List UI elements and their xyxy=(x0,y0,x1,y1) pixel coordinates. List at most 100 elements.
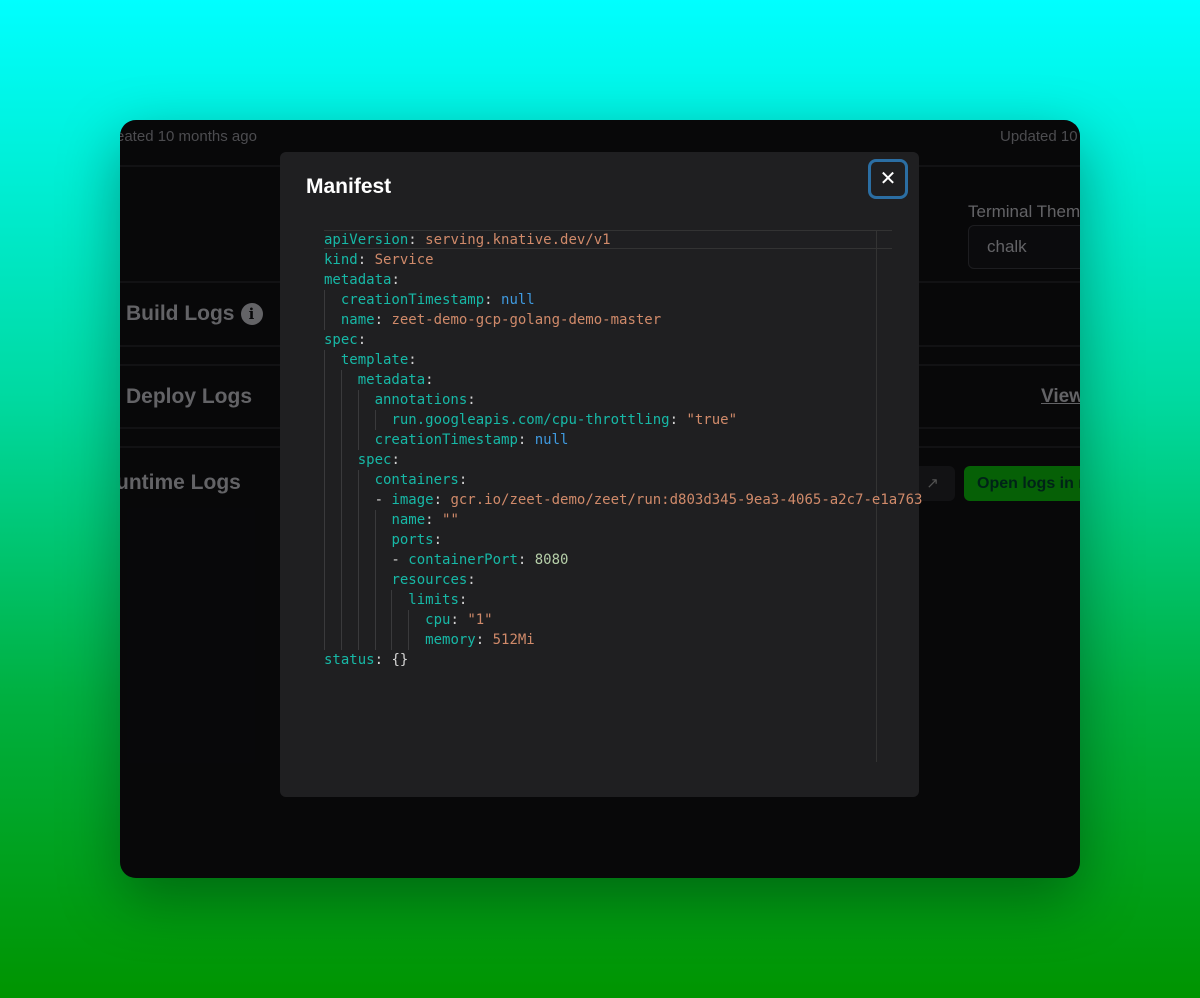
yaml-key: apiVersion xyxy=(324,232,409,248)
indent-guide xyxy=(324,490,325,510)
indent-guide xyxy=(340,450,342,470)
indent-guide xyxy=(340,470,342,490)
indent-guide xyxy=(324,510,325,530)
manifest-modal: Manifest ✕ apiVersion: serving.knative.d… xyxy=(280,152,922,797)
yaml-key: name xyxy=(391,512,426,528)
indent-guide xyxy=(324,290,325,310)
indent-guide xyxy=(408,630,410,650)
indent-guide xyxy=(357,510,359,530)
colon: : xyxy=(408,352,417,368)
indent-guide xyxy=(357,630,359,650)
code-line: limits: xyxy=(324,590,467,610)
yaml-key: containers xyxy=(374,472,459,488)
yaml-value: "" xyxy=(442,512,459,528)
indent-guide xyxy=(324,350,325,370)
indent: - xyxy=(324,552,409,568)
code-line: - image: gcr.io/zeet-demo/zeet/run:d803d… xyxy=(324,490,922,510)
indent-guide xyxy=(374,550,376,570)
manifest-code-view[interactable]: apiVersion: serving.knative.dev/v1 kind: … xyxy=(324,230,922,762)
code-line: cpu: "1" xyxy=(324,610,493,630)
yaml-key: run.googleapis.com/cpu-throttling xyxy=(391,412,670,428)
indent-guide xyxy=(340,590,342,610)
code-line: - containerPort: 8080 xyxy=(324,550,568,570)
indent-guide xyxy=(357,610,359,630)
indent-guide xyxy=(374,530,376,550)
yaml-value: gcr.io/zeet-demo/zeet/run:d803d345-9ea3-… xyxy=(450,492,923,508)
code-line: apiVersion: serving.knative.dev/v1 xyxy=(324,230,611,250)
yaml-key: spec xyxy=(324,332,358,348)
indent-guide xyxy=(324,390,325,410)
code-line: run.googleapis.com/cpu-throttling: "true… xyxy=(324,410,737,430)
code-line: template: xyxy=(324,350,417,370)
yaml-value: Service xyxy=(374,252,434,268)
yaml-key: resources xyxy=(391,572,468,588)
code-line: metadata: xyxy=(324,370,434,390)
colon: : xyxy=(467,392,476,408)
indent-guide xyxy=(340,410,342,430)
yaml-key: memory xyxy=(425,632,476,648)
close-button[interactable]: ✕ xyxy=(868,159,908,199)
indent-guide xyxy=(340,530,342,550)
indent-guide xyxy=(340,630,342,650)
indent-guide xyxy=(374,570,376,590)
indent-guide xyxy=(324,430,325,450)
yaml-key: ports xyxy=(391,532,434,548)
colon: : xyxy=(433,492,451,508)
indent-guide xyxy=(324,630,325,650)
code-line: ports: xyxy=(324,530,442,550)
yaml-key: annotations xyxy=(374,392,468,408)
indent-guide xyxy=(357,590,359,610)
colon: : xyxy=(517,432,535,448)
indent-guide xyxy=(357,390,359,410)
yaml-key: name xyxy=(340,312,375,328)
colon: : xyxy=(408,232,426,248)
yaml-value: "1" xyxy=(467,612,493,628)
colon: : xyxy=(433,532,443,548)
indent-guide xyxy=(324,590,325,610)
yaml-value: "true" xyxy=(686,412,738,428)
indent-guide xyxy=(340,610,342,630)
colon: : xyxy=(484,292,502,308)
code-line: name: zeet-demo-gcp-golang-demo-master xyxy=(324,310,661,330)
indent-guide xyxy=(357,530,359,550)
indent-guide xyxy=(340,490,342,510)
indent-guide xyxy=(357,410,359,430)
indent-guide xyxy=(324,410,325,430)
colon: : xyxy=(357,252,375,268)
code-line: creationTimestamp: null xyxy=(324,430,568,450)
indent-guide xyxy=(391,610,393,630)
indent-guide xyxy=(340,430,342,450)
indent-guide xyxy=(357,470,359,490)
code-line: metadata: xyxy=(324,270,400,290)
indent-guide xyxy=(374,630,376,650)
indent-guide xyxy=(408,610,410,630)
yaml-key: kind xyxy=(324,252,358,268)
indent-guide xyxy=(391,630,393,650)
indent-guide xyxy=(374,610,376,630)
indent-guide xyxy=(324,310,325,330)
close-icon: ✕ xyxy=(879,168,897,190)
indent-guide xyxy=(357,550,359,570)
colon: : xyxy=(458,472,468,488)
yaml-key: image xyxy=(391,492,434,508)
yaml-key: metadata xyxy=(357,372,426,388)
yaml-value: {} xyxy=(391,652,409,668)
code-line: spec: xyxy=(324,450,400,470)
indent-guide xyxy=(324,450,325,470)
yaml-key: template xyxy=(340,352,409,368)
yaml-key: spec xyxy=(357,452,392,468)
indent-guide xyxy=(340,570,342,590)
yaml-key: cpu xyxy=(425,612,451,628)
indent-guide xyxy=(357,490,359,510)
yaml-value: 512Mi xyxy=(492,632,535,648)
colon: : xyxy=(374,652,392,668)
yaml-value: 8080 xyxy=(534,552,569,568)
yaml-key: metadata xyxy=(324,272,392,288)
colon: : xyxy=(425,372,434,388)
colon: : xyxy=(517,552,535,568)
yaml-value: zeet-demo-gcp-golang-demo-master xyxy=(391,312,662,328)
